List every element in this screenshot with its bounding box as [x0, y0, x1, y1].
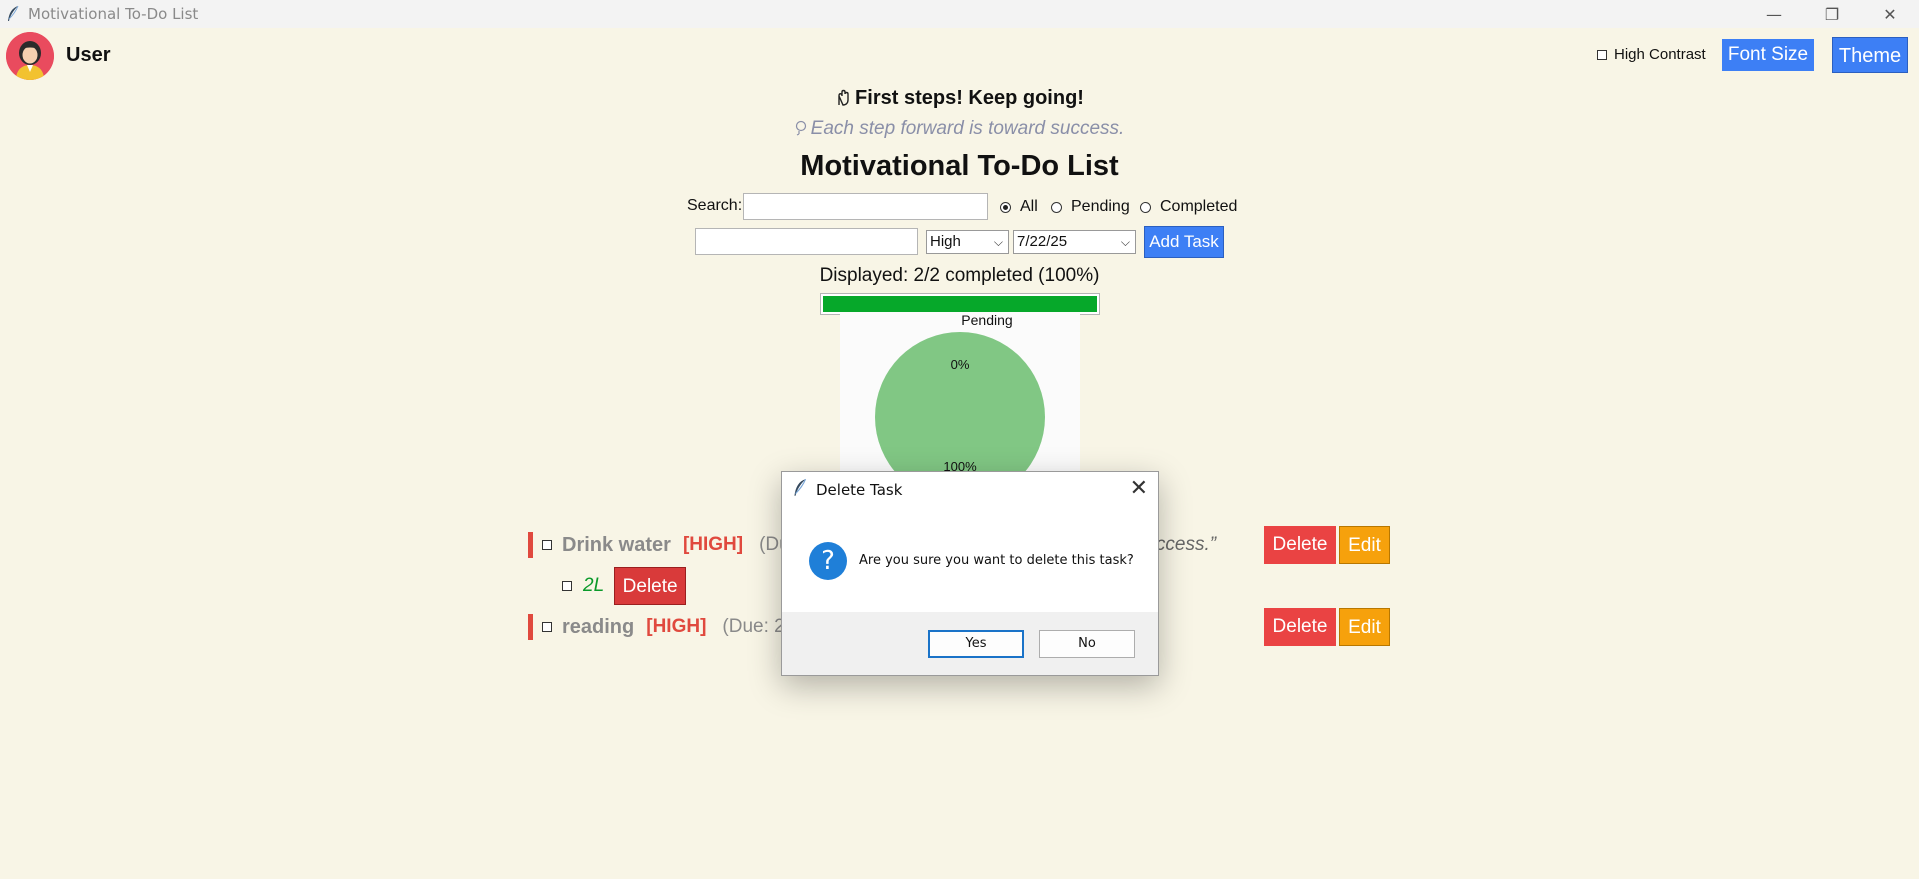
radio-icon: [1140, 201, 1151, 213]
yes-button[interactable]: Yes: [928, 630, 1024, 658]
subtask-text: 2L: [583, 575, 605, 596]
font-size-button[interactable]: Font Size: [1722, 39, 1814, 71]
high-contrast-toggle[interactable]: High Contrast: [1597, 46, 1706, 63]
window-title: Motivational To-Do List: [28, 5, 199, 23]
hand-icon: [838, 89, 849, 106]
pie-slice-completed: [875, 332, 1045, 472]
motivation-tip-text: Each step forward is toward success.: [810, 118, 1125, 139]
dialog-message: Are you sure you want to delete this tas…: [859, 553, 1134, 568]
dialog-footer: Yes No: [782, 612, 1158, 675]
priority-accent-bar: [528, 532, 533, 558]
pie-chart-svg: Pending0%100%: [875, 312, 1045, 472]
filter-pending-radio[interactable]: Pending: [1051, 198, 1130, 216]
priority-select[interactable]: High ⌵: [926, 230, 1009, 254]
filter-all-label: All: [1020, 198, 1038, 215]
filter-completed-label: Completed: [1160, 198, 1238, 215]
task-row: Drink water [HIGH] (Due: [528, 527, 800, 563]
window-controls: — ❐ ✕: [1745, 0, 1919, 28]
search-label: Search:: [687, 197, 743, 214]
delete-task-button[interactable]: Delete: [1264, 526, 1336, 564]
due-date-picker[interactable]: 7/22/25 ⌵: [1013, 230, 1136, 254]
search-input[interactable]: [743, 193, 988, 220]
chevron-down-icon: ⌵: [1120, 235, 1130, 249]
filter-all-radio[interactable]: All: [1000, 198, 1038, 216]
subtask-row: 2L Delete: [562, 567, 687, 605]
task-name[interactable]: Drink water: [562, 534, 671, 557]
task-priority: [HIGH]: [646, 616, 707, 637]
new-task-input[interactable]: [695, 228, 918, 255]
completion-pie-chart: Pending 0% 100%: [840, 312, 1080, 472]
task-priority: [HIGH]: [682, 534, 744, 555]
radio-icon: [1051, 201, 1062, 213]
radio-selected-icon: [1000, 201, 1011, 213]
dialog-title: Delete Task: [816, 481, 903, 499]
question-icon: ?: [809, 542, 847, 580]
add-task-button[interactable]: Add Task: [1144, 226, 1224, 258]
avatar: [6, 32, 54, 80]
user-name: User: [66, 44, 111, 66]
high-contrast-label: High Contrast: [1614, 46, 1706, 63]
motivation-headline: First steps! Keep going!: [0, 87, 1919, 110]
priority-select-value: High: [930, 233, 961, 250]
due-date-value: 7/22/25: [1017, 233, 1068, 250]
task-row: reading [HIGH] (Due: 20: [528, 609, 795, 645]
title-bar: Motivational To-Do List — ❐ ✕: [0, 0, 1919, 28]
priority-accent-bar: [528, 614, 533, 640]
close-icon[interactable]: ✕: [1130, 476, 1148, 501]
task-name[interactable]: reading: [562, 616, 634, 639]
restore-button[interactable]: ❐: [1803, 0, 1861, 28]
motivation-headline-text: First steps! Keep going!: [855, 87, 1084, 109]
pie-data-label-pending: 0%: [951, 357, 970, 372]
delete-task-dialog: Delete Task ✕ ? Are you sure you want to…: [781, 471, 1159, 676]
chevron-down-icon: ⌵: [993, 235, 1003, 249]
user-avatar-icon: [6, 32, 54, 80]
feather-icon: [794, 478, 807, 496]
lightbulb-icon: [795, 120, 806, 136]
feather-icon: [8, 5, 19, 21]
edit-task-button[interactable]: Edit: [1339, 526, 1390, 564]
high-contrast-checkbox[interactable]: [1597, 49, 1607, 60]
close-window-button[interactable]: ✕: [1861, 0, 1919, 28]
delete-subtask-button[interactable]: Delete: [614, 567, 687, 605]
motivation-tip: Each step forward is toward success.: [0, 118, 1919, 140]
pie-legend-label: Pending: [961, 312, 1012, 328]
no-button[interactable]: No: [1039, 630, 1135, 658]
completion-summary: Displayed: 2/2 completed (100%): [819, 265, 1100, 286]
task-checkbox[interactable]: [542, 622, 552, 632]
subtask-checkbox[interactable]: [562, 581, 572, 591]
edit-task-button[interactable]: Edit: [1339, 608, 1390, 646]
progress-fill: [823, 296, 1097, 312]
filter-completed-radio[interactable]: Completed: [1140, 198, 1237, 216]
minimize-button[interactable]: —: [1745, 0, 1803, 28]
page-title: Motivational To-Do List: [800, 150, 1119, 182]
delete-task-button[interactable]: Delete: [1264, 608, 1336, 646]
task-checkbox[interactable]: [542, 540, 552, 550]
theme-button[interactable]: Theme: [1832, 37, 1908, 73]
filter-pending-label: Pending: [1071, 198, 1130, 215]
